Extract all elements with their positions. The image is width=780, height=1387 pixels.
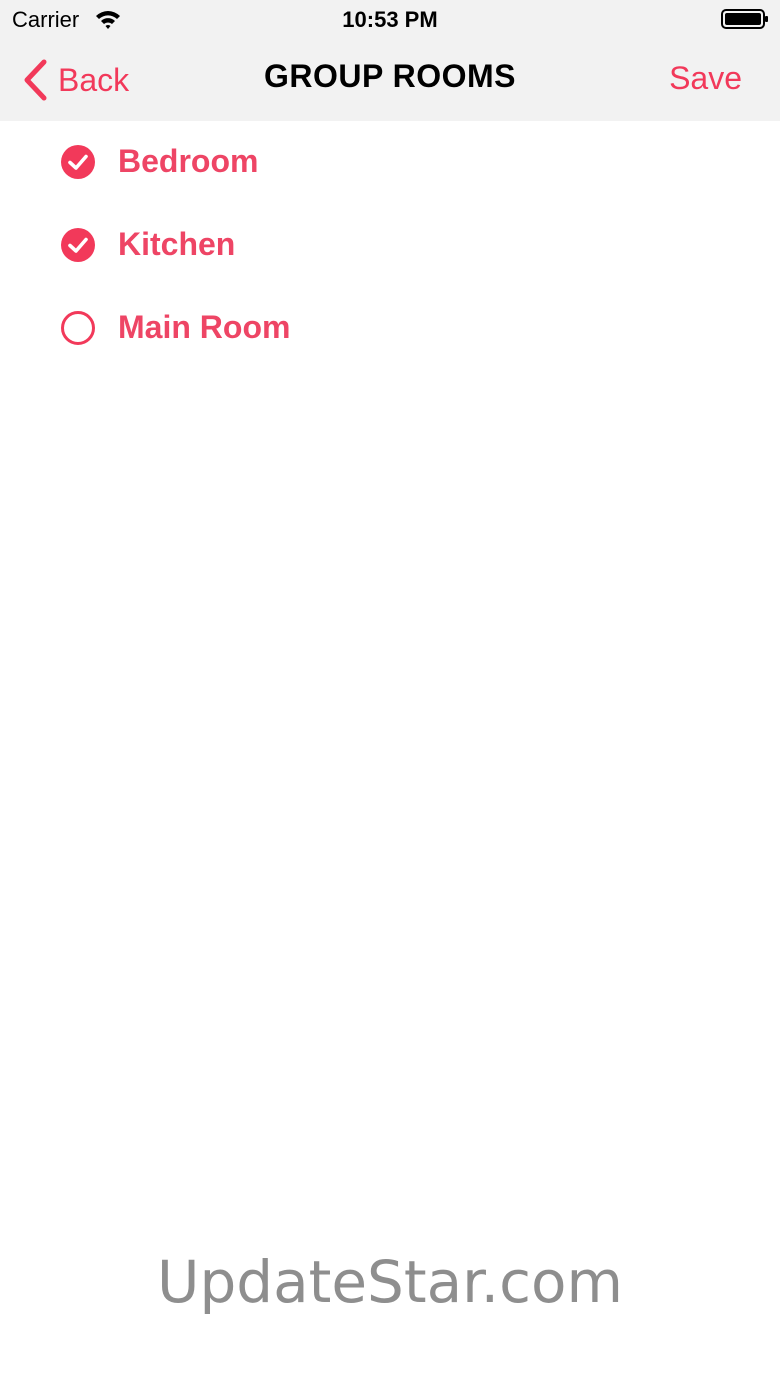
top-bar: Carrier 10:53 PM Back GROUP ROOMS Save: [0, 0, 780, 121]
room-label: Kitchen: [118, 226, 236, 262]
room-item-bedroom[interactable]: Bedroom: [0, 121, 780, 204]
page-title: GROUP ROOMS: [263, 58, 517, 94]
screen: Carrier 10:53 PM Back GROUP ROOMS Save B…: [0, 0, 780, 1387]
status-bar: Carrier 10:53 PM: [0, 0, 780, 40]
battery-icon: [721, 9, 768, 29]
status-time: 10:53 PM: [342, 7, 438, 32]
room-item-main-room[interactable]: Main Room: [0, 287, 780, 370]
circle-outline-icon[interactable]: [60, 310, 96, 346]
room-item-kitchen[interactable]: Kitchen: [0, 204, 780, 287]
room-label: Main Room: [118, 309, 291, 345]
check-circle-filled-icon[interactable]: [60, 227, 96, 263]
save-button[interactable]: Save: [669, 60, 742, 97]
watermark: UpdateStar.com: [157, 1248, 623, 1316]
check-circle-filled-icon[interactable]: [60, 144, 96, 180]
room-label: Bedroom: [118, 143, 259, 179]
navigation-bar: Back GROUP ROOMS Save: [0, 40, 780, 121]
room-list: Bedroom Kitchen Main Room: [0, 121, 780, 370]
